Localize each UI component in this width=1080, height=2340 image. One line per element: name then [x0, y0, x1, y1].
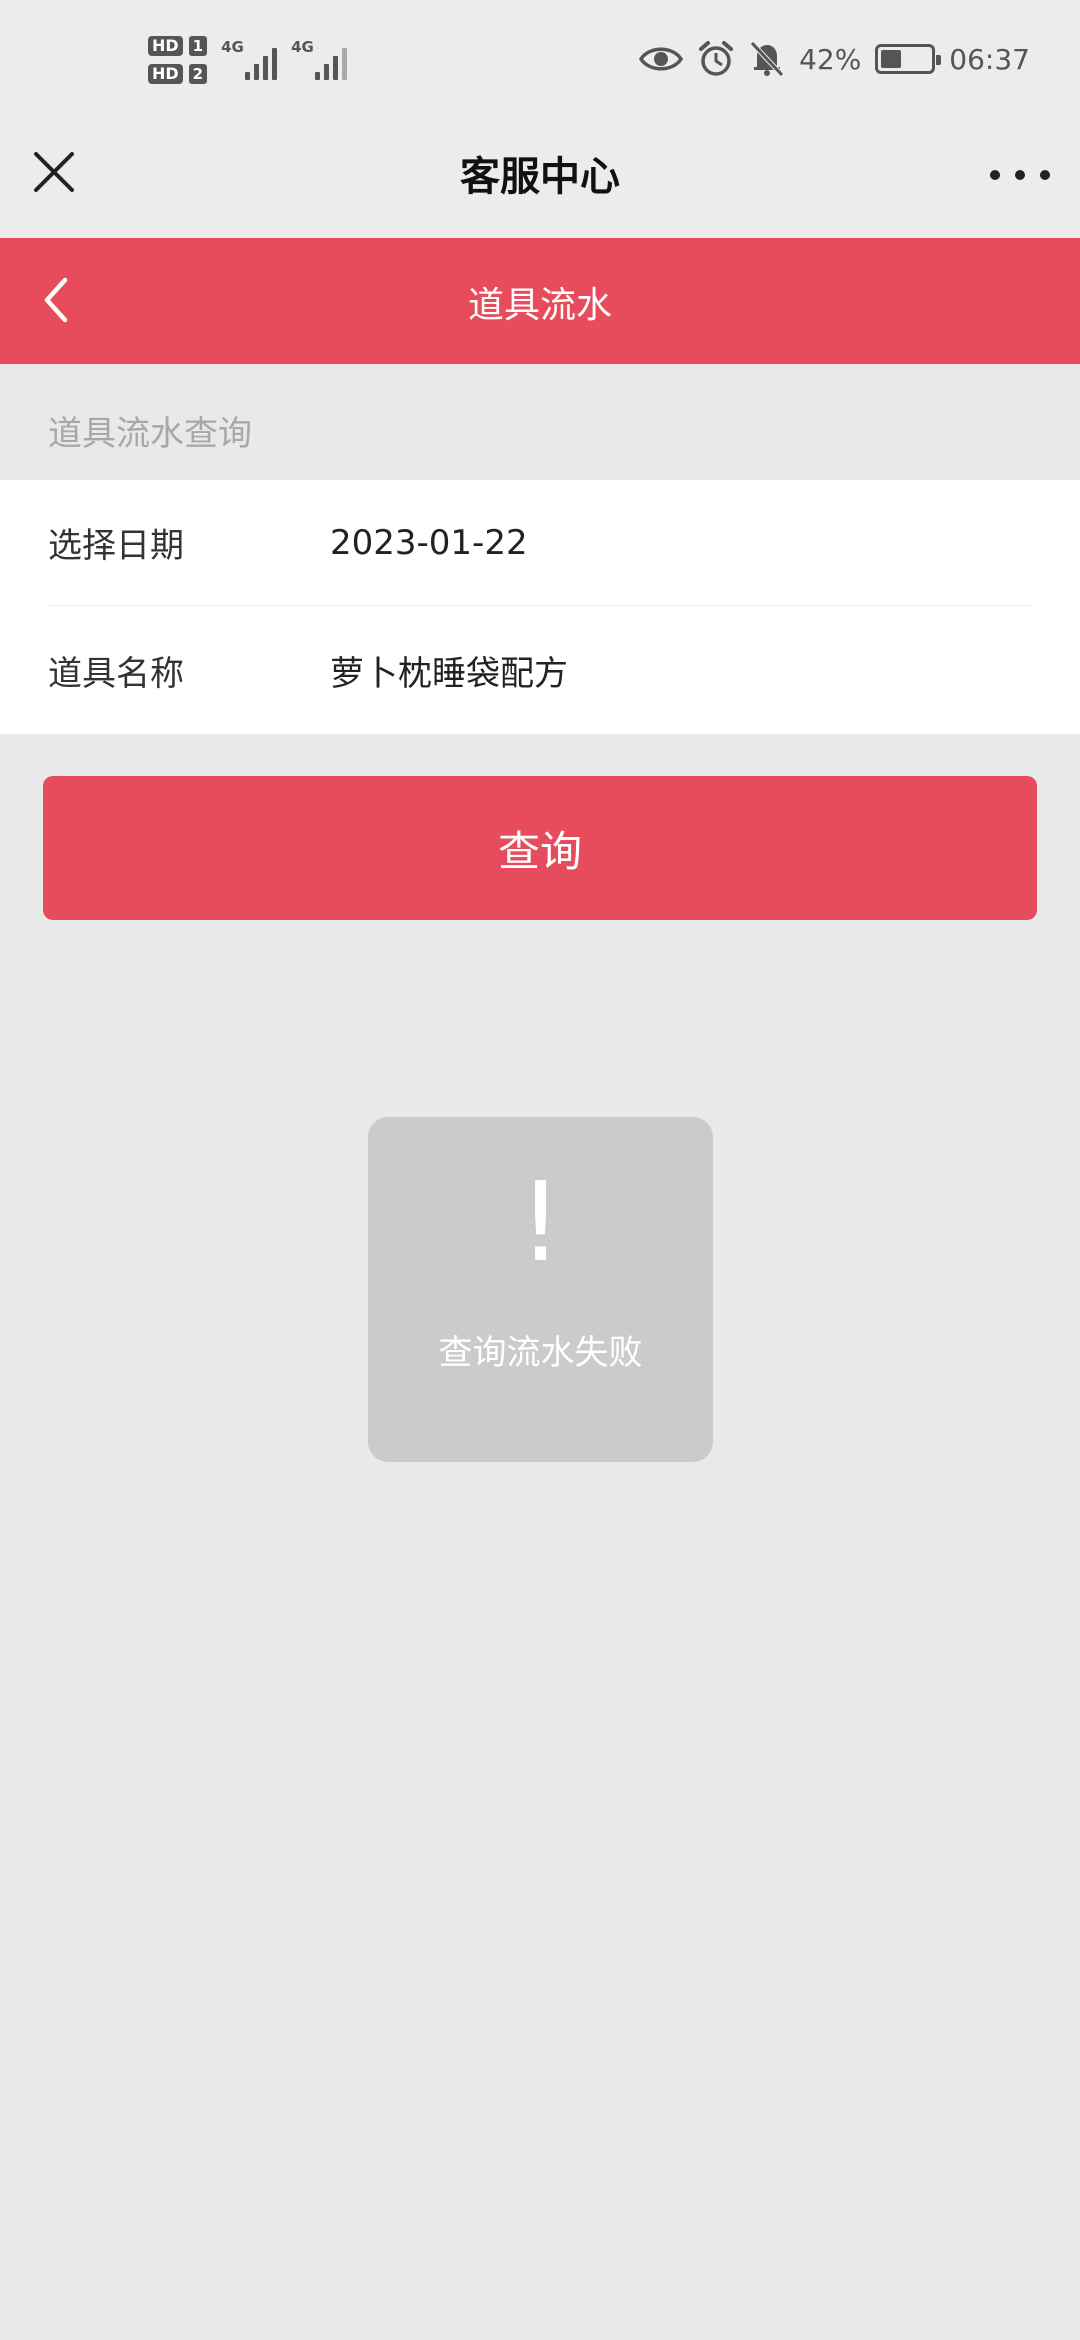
- sim-2-number: 2: [188, 64, 208, 84]
- network-type-2: 4G: [291, 38, 314, 56]
- more-dot: [1015, 170, 1025, 180]
- query-button[interactable]: 查询: [43, 776, 1037, 920]
- more-button[interactable]: [990, 160, 1050, 190]
- error-toast: ! 查询流水失败: [368, 1117, 713, 1462]
- signal-1-icon: 4G: [221, 38, 278, 80]
- mute-icon: [750, 41, 784, 77]
- page-title: 道具流水: [467, 285, 612, 326]
- date-label: 选择日期: [48, 526, 184, 566]
- item-row[interactable]: 道具名称 萝卜枕睡袋配方: [48, 607, 1032, 733]
- more-dot: [1040, 170, 1050, 180]
- toast-message: 查询流水失败: [438, 1333, 643, 1373]
- hd-badge-1: HD: [148, 36, 183, 56]
- battery-icon: [875, 44, 942, 74]
- sim-1-number: 1: [188, 36, 208, 56]
- date-row[interactable]: 选择日期 2023-01-22: [48, 480, 1032, 606]
- item-label: 道具名称: [48, 653, 184, 694]
- app-title: 客服中心: [460, 153, 620, 200]
- status-bar: HD 1 HD 2 4G 4G 42% 06:37: [0, 0, 1080, 130]
- nav-bar: 道具流水: [0, 238, 1080, 364]
- sim-indicators: HD 1 HD 2: [148, 36, 208, 84]
- battery-percent: 42%: [799, 42, 862, 76]
- sim-1-indicator: HD 1: [148, 36, 208, 56]
- app-header: 客服中心: [0, 130, 1080, 238]
- query-form: 选择日期 2023-01-22 道具名称 萝卜枕睡袋配方: [0, 480, 1080, 734]
- exclamation-icon: !: [518, 1158, 563, 1286]
- eye-icon: [639, 47, 684, 71]
- status-bar-left: HD 1 HD 2 4G 4G: [148, 36, 348, 84]
- network-type-1: 4G: [221, 38, 244, 56]
- hd-badge-2: HD: [148, 64, 183, 84]
- more-dots-icon: [990, 170, 1000, 180]
- item-selector[interactable]: 萝卜枕睡袋配方: [330, 646, 568, 695]
- status-time: 06:37: [949, 42, 1030, 76]
- battery-level: [881, 50, 902, 68]
- signal-2-icon: 4G: [291, 38, 348, 80]
- sim-2-indicator: HD 2: [148, 64, 208, 84]
- section-label: 道具流水查询: [48, 414, 252, 454]
- alarm-icon: [699, 41, 734, 76]
- date-picker[interactable]: 2023-01-22: [330, 523, 528, 563]
- status-bar-right: 42% 06:37: [639, 40, 1030, 78]
